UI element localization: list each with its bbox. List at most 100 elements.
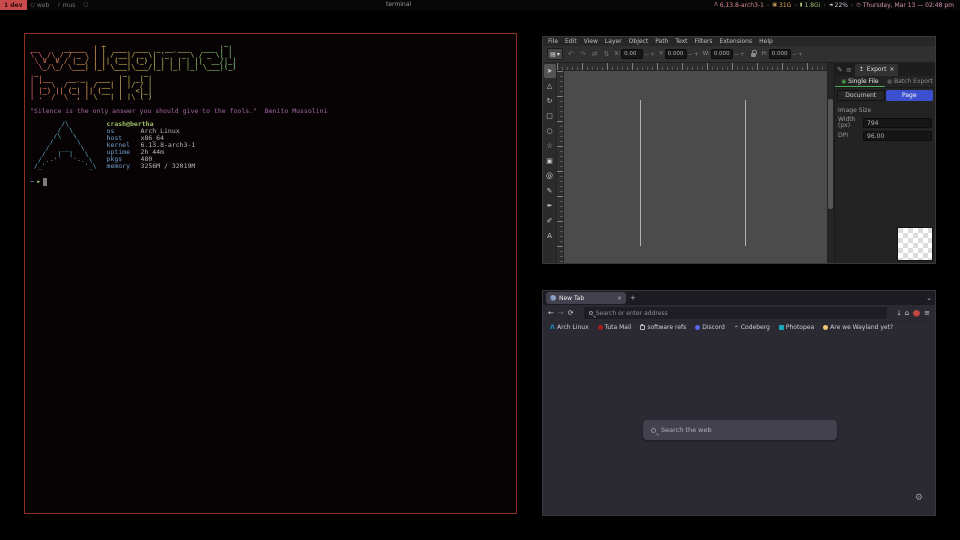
personalize-gear-icon[interactable]: ⚙ [915, 493, 923, 503]
selector-tool-options-bar: ▤ ▾ ↶ ↷ ⇄ ⇅ X: 0.00 − + Y: 0.000 − + W: … [543, 46, 935, 63]
menu-layer[interactable]: Layer [605, 38, 622, 45]
clock-module: ◷ Thursday, Mar 13 — 02:48 pm [856, 2, 954, 9]
tag-web-label: web [37, 2, 49, 9]
back-button[interactable]: ← [548, 309, 554, 317]
downloads-button[interactable]: ⭣ [897, 309, 900, 318]
pen-tool-icon[interactable]: ✒ [544, 199, 556, 213]
menu-view[interactable]: View [584, 38, 598, 45]
home-button[interactable]: ⌂ [905, 309, 909, 317]
tab-single-file[interactable]: ▣ Single File [835, 76, 885, 87]
export-panel: ✎ ≡ ↥ Export × ▣ Single File ▦ Ba [834, 63, 935, 263]
menu-text[interactable]: Text [675, 38, 687, 45]
tag-mus[interactable]: ♪ mus [53, 0, 79, 10]
pencil-tool-icon[interactable]: ✎ [544, 184, 556, 198]
w-minus-button[interactable]: − [734, 51, 739, 58]
list-tabs-chevron-icon[interactable]: ⌄ [926, 294, 932, 302]
kernel-module: Λ 6.13.8-arch3-1 [714, 2, 764, 9]
document-button[interactable]: Document [837, 90, 885, 101]
page-button[interactable]: Page [886, 90, 934, 101]
menu-filters[interactable]: Filters [695, 38, 713, 45]
bookmark-codeberg[interactable]: ^ Codeberg [734, 324, 770, 331]
menu-object[interactable]: Object [629, 38, 649, 45]
tag-web[interactable]: ○ web [27, 0, 54, 10]
menu-button[interactable]: ≡ [924, 309, 930, 317]
text-tool-icon[interactable]: A [544, 229, 556, 243]
close-tab-icon[interactable]: × [617, 295, 622, 302]
bookmark-tuta-mail[interactable]: Tuta Mail [598, 324, 632, 331]
tab-batch-export[interactable]: ▦ Batch Export [885, 76, 935, 87]
lock-ratio-icon[interactable] [751, 53, 756, 57]
w-label: W: [703, 51, 710, 57]
x-input[interactable]: 0.00 [621, 49, 643, 59]
bookmark-are-we-wayland-yet[interactable]: Are we Wayland yet? [823, 324, 893, 331]
terminal-window[interactable]: _ _ __ _____ | | ___ ___ _ __ ___ ___ | … [24, 33, 517, 514]
w-plus-button[interactable]: + [740, 51, 745, 58]
w-input[interactable]: 0.000 [711, 49, 733, 59]
rotate-cw-button[interactable]: ↷ [579, 50, 587, 58]
arch-logo-icon: Λ [550, 325, 555, 330]
h-plus-button[interactable]: + [798, 51, 803, 58]
spiral-tool-icon[interactable]: @ [544, 169, 556, 183]
flip-vertical-button[interactable]: ⇅ [603, 50, 611, 58]
scrollbar-thumb[interactable] [828, 99, 833, 209]
export-tab-label: Export [867, 66, 887, 73]
bookmark-arch-linux[interactable]: Λ Arch Linux [550, 324, 589, 331]
url-bar[interactable]: Search or enter address [584, 307, 888, 319]
menu-edit[interactable]: Edit [565, 38, 577, 45]
menu-extensions[interactable]: Extensions [720, 38, 753, 45]
shell-prompt[interactable]: ~ ▶ [30, 178, 511, 186]
menu-help[interactable]: Help [759, 38, 773, 45]
new-tab-button[interactable]: + [630, 294, 636, 302]
tag-dev[interactable]: 1 dev [0, 0, 27, 10]
export-dialog-tab[interactable]: ↥ Export × [855, 64, 899, 76]
discord-icon [695, 325, 700, 330]
bookmark-discord[interactable]: Discord [695, 324, 725, 331]
bookmark-folder-software-refs[interactable]: software refs [640, 324, 686, 331]
layers-tab-icon[interactable]: ≡ [846, 66, 852, 74]
close-icon[interactable]: × [889, 66, 894, 73]
y-minus-button[interactable]: − [688, 51, 693, 58]
fill-stroke-tab-icon[interactable]: ✎ [837, 66, 843, 74]
forward-button[interactable]: → [558, 309, 564, 317]
y-plus-button[interactable]: + [694, 51, 699, 58]
rotate-ccw-button[interactable]: ↶ [567, 50, 575, 58]
y-input[interactable]: 0.000 [665, 49, 687, 59]
page-edge-right [745, 100, 746, 246]
export-width-input[interactable]: 794 [863, 118, 932, 128]
x-plus-button[interactable]: + [650, 51, 655, 58]
export-area-buttons: Document Page [835, 88, 935, 103]
active-tab[interactable]: New Tab × [546, 292, 626, 304]
height-spinner: H: 0.000 − + [762, 49, 803, 59]
flip-horizontal-button[interactable]: ⇄ [591, 50, 599, 58]
export-dpi-input[interactable]: 96.00 [863, 131, 932, 141]
extension-icon[interactable] [913, 310, 920, 317]
star-tool-icon[interactable]: ☆ [544, 139, 556, 153]
rotate-tool-icon[interactable]: ↻ [544, 94, 556, 108]
tag-empty[interactable]: □ [79, 0, 92, 10]
menu-file[interactable]: File [548, 38, 558, 45]
module-separator: ‹ [823, 2, 825, 9]
bookmark-photopea[interactable]: Photopea [779, 324, 814, 331]
rectangle-tool-icon[interactable]: □ [544, 109, 556, 123]
export-preview-thumbnail [897, 227, 933, 261]
h-input[interactable]: 0.000 [769, 49, 791, 59]
box3d-tool-icon[interactable]: ▣ [544, 154, 556, 168]
search-icon [651, 428, 656, 433]
selector-tool-icon[interactable]: ➤ [544, 64, 556, 78]
h-minus-button[interactable]: − [792, 51, 797, 58]
new-tab-page: Search the web ⚙ [543, 332, 935, 515]
selection-mode-dropdown[interactable]: ▤ ▾ [547, 48, 563, 60]
canvas-vertical-scrollbar[interactable] [827, 63, 834, 263]
web-search-input[interactable]: Search the web [643, 420, 837, 440]
calligraphy-tool-icon[interactable]: ✐ [544, 214, 556, 228]
reload-button[interactable]: ⟳ [568, 309, 574, 317]
x-minus-button[interactable]: − [644, 51, 649, 58]
node-tool-icon[interactable]: △ [544, 79, 556, 93]
inkscape-canvas[interactable] [564, 71, 827, 263]
tag-mus-label: mus [63, 2, 76, 9]
ellipse-tool-icon[interactable]: ○ [544, 124, 556, 138]
menu-path[interactable]: Path [655, 38, 668, 45]
dock-tab-bar: ✎ ≡ ↥ Export × [835, 63, 935, 76]
tab-title: New Tab [559, 295, 614, 302]
volume-text: 22% [835, 2, 848, 9]
